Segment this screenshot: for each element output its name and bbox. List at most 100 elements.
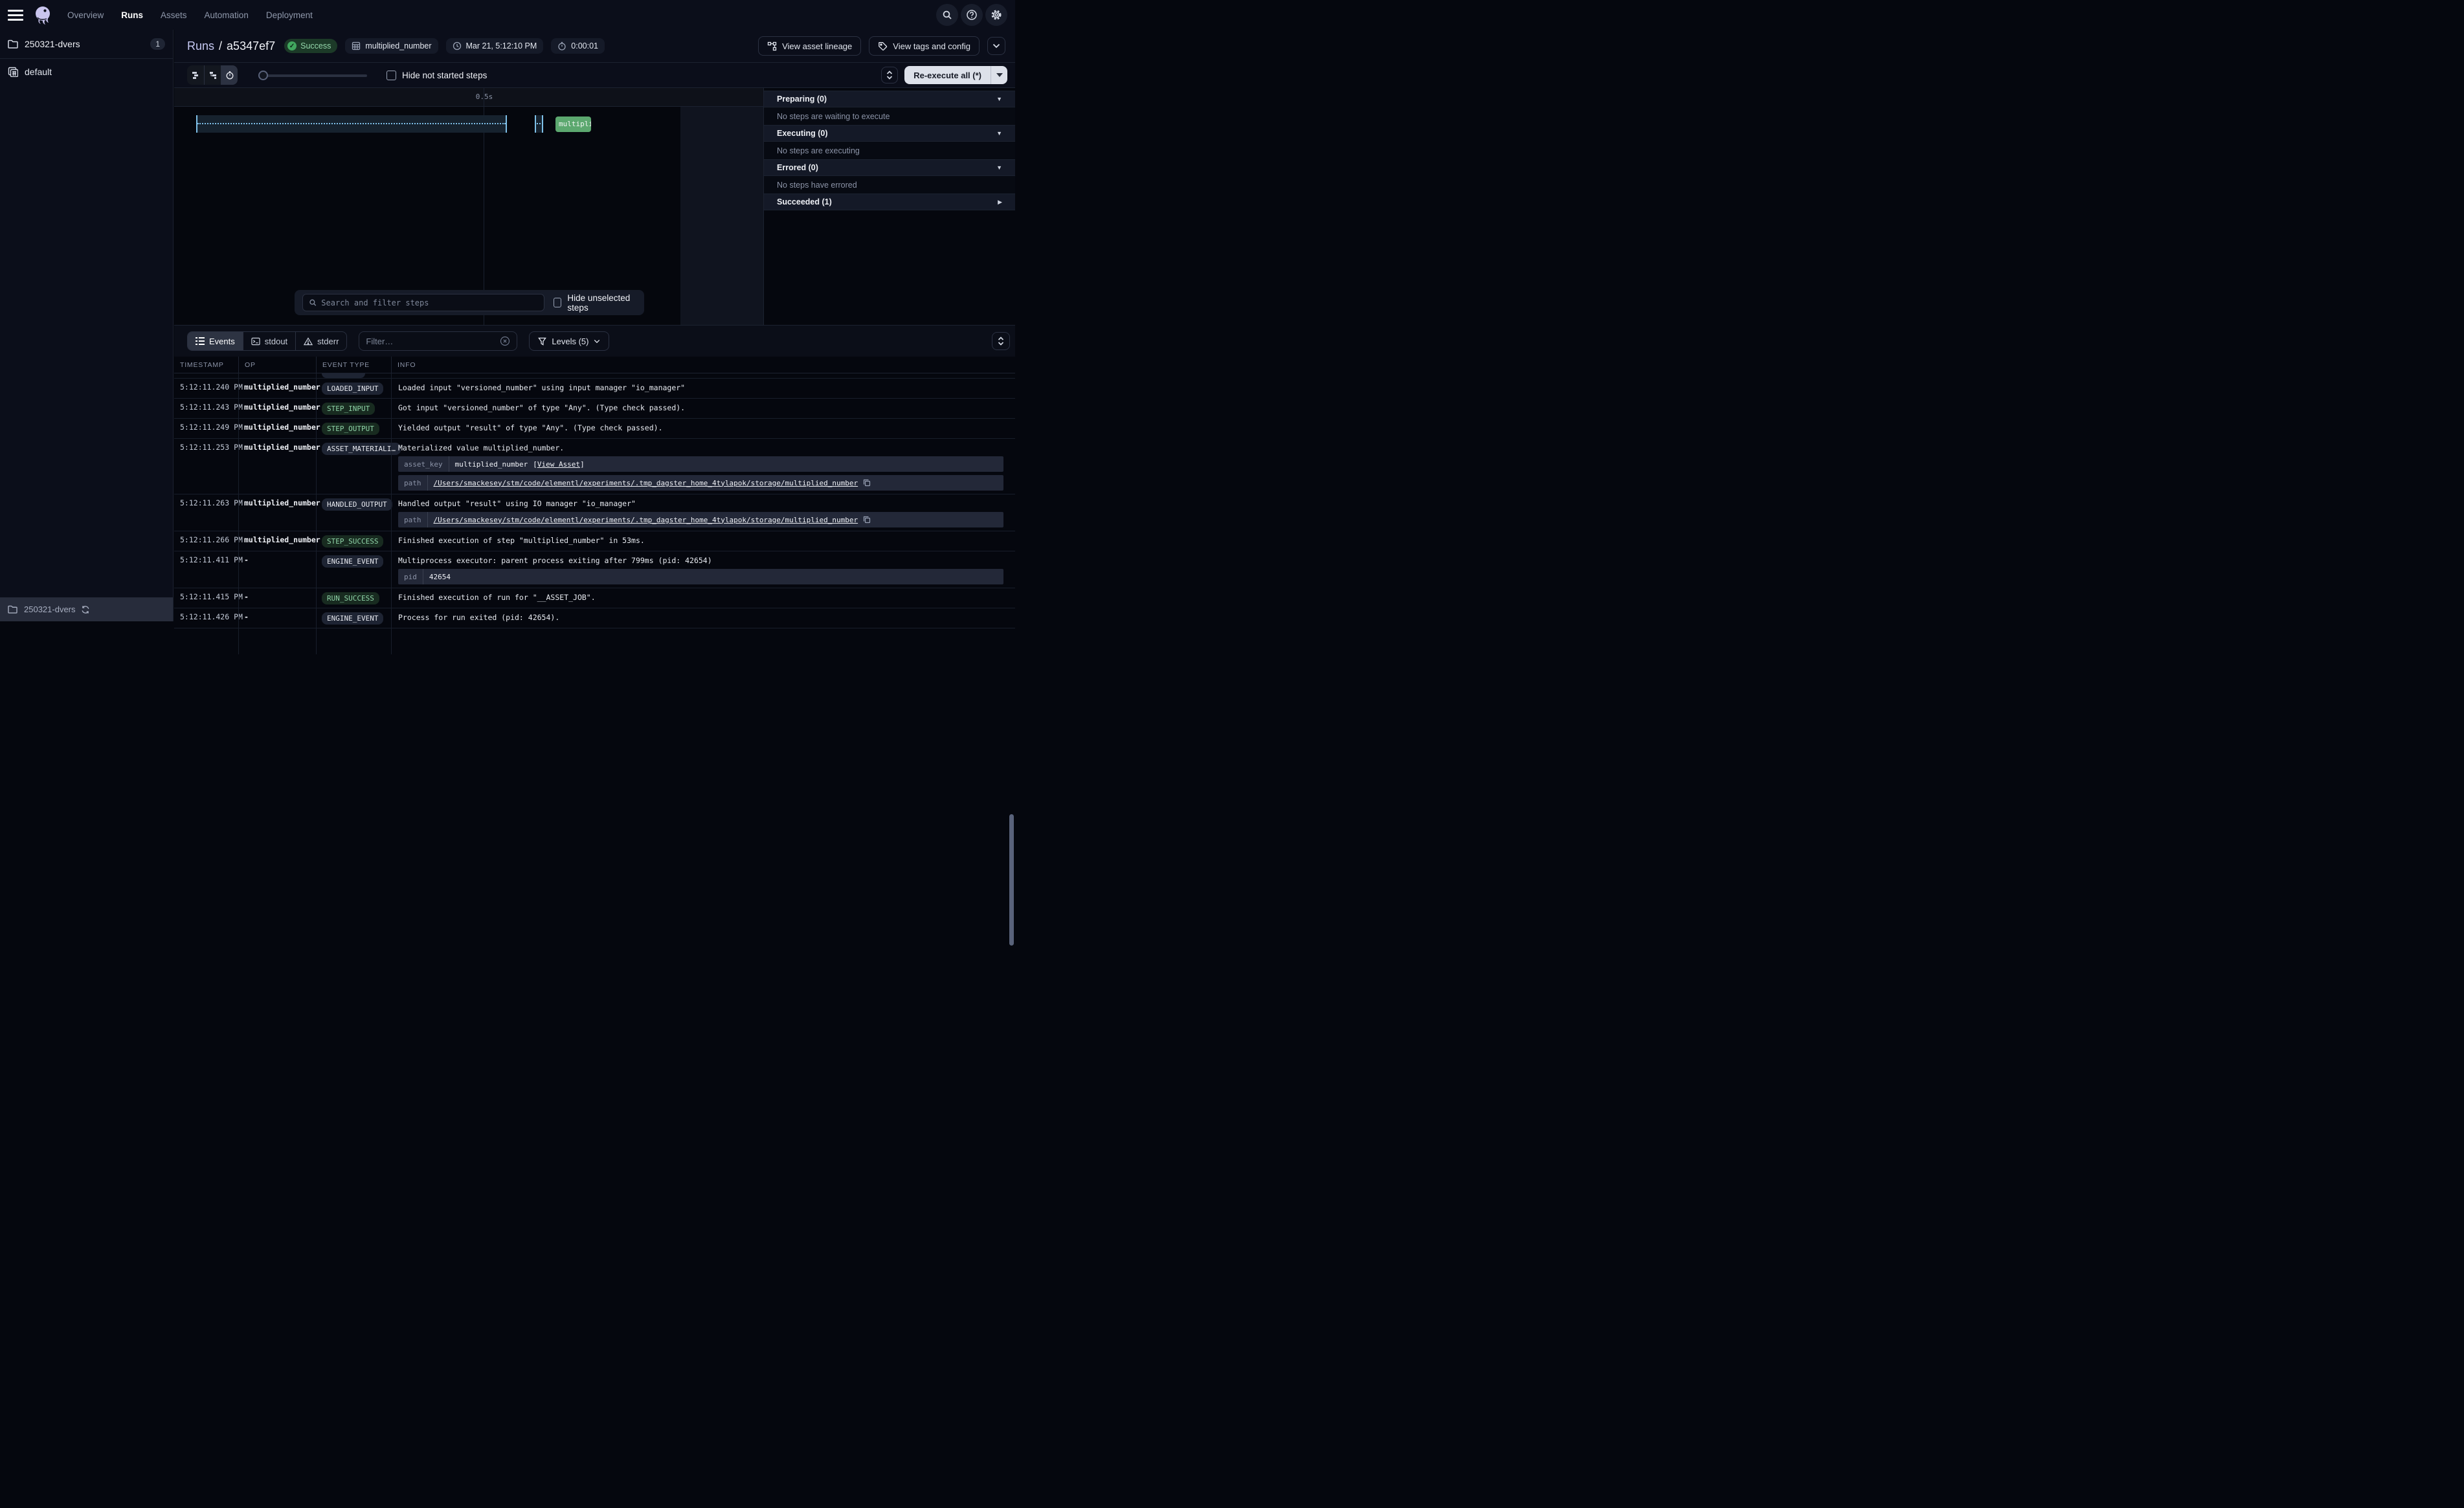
help-icon[interactable] xyxy=(961,4,983,26)
event-op: multiplied_number xyxy=(238,531,316,551)
lineage-icon xyxy=(767,41,777,51)
expand-panel-button[interactable] xyxy=(881,67,898,83)
list-icon xyxy=(196,337,205,345)
event-row[interactable]: 5:12:11.253 PMmultiplied_numberASSET_MAT… xyxy=(174,439,1015,494)
zoom-slider[interactable] xyxy=(258,71,367,80)
search-icon[interactable] xyxy=(936,4,958,26)
event-row[interactable]: 5:12:11.266 PMmultiplied_numberSTEP_SUCC… xyxy=(174,531,1015,551)
expand-log-panel-button[interactable] xyxy=(992,332,1010,350)
gantt-toolbar: Hide not started steps Re-execute all (*… xyxy=(174,63,1015,88)
log-filter-input[interactable] xyxy=(366,337,500,346)
chevron-down-icon xyxy=(992,43,1000,49)
refresh-icon[interactable] xyxy=(81,605,90,614)
clear-filter-icon[interactable] xyxy=(500,336,510,346)
timeline-tick: 0.5s xyxy=(473,93,495,101)
event-timestamp: 5:12:11.263 PM xyxy=(174,494,238,531)
tab-stdout[interactable]: stdout xyxy=(243,332,295,350)
sidebar-item-repo[interactable]: 250321-dvers 1 xyxy=(0,30,173,59)
reexecute-all-button[interactable]: Re-execute all (*) xyxy=(904,66,991,84)
event-type-cell: LOADED_INPUT xyxy=(316,379,391,398)
dagster-logo-icon[interactable] xyxy=(32,5,53,25)
events-toolbar: Events stdout stderr xyxy=(174,326,1015,357)
nav-item-overview[interactable]: Overview xyxy=(67,10,104,20)
hide-unselected-checkbox[interactable]: Hide unselected steps xyxy=(554,293,636,313)
event-type-badge: STEP_INPUT xyxy=(322,403,375,415)
event-row[interactable]: 5:12:11.249 PMmultiplied_numberSTEP_OUTP… xyxy=(174,419,1015,439)
event-timestamp: 5:12:11.243 PM xyxy=(174,399,238,418)
view-timed-icon[interactable] xyxy=(221,65,238,85)
gantt-search-bar: Hide unselected steps xyxy=(295,290,644,315)
section-header-executing[interactable]: Executing (0)▼ xyxy=(764,125,1015,142)
run-id: a5347ef7 xyxy=(227,39,275,53)
tab-events[interactable]: Events xyxy=(188,332,243,350)
levels-dropdown-button[interactable]: Levels (5) xyxy=(529,331,609,351)
gantt-chart[interactable]: 0.5s multipli… Hide unselected steps xyxy=(174,88,763,325)
gantt-step-box[interactable]: multipli… xyxy=(555,116,591,132)
path-link[interactable]: /Users/smackesey/stm/code/elementl/exper… xyxy=(434,479,858,487)
run-header-more-button[interactable] xyxy=(987,37,1005,55)
gantt-waiting-segment xyxy=(535,115,543,133)
sidebar-footer[interactable]: 250321-dvers xyxy=(0,597,173,621)
sidebar-item-default[interactable]: default xyxy=(0,59,173,85)
event-row[interactable]: 5:12:11.426 PM-ENGINE_EVENTProcess for r… xyxy=(174,608,1015,628)
reexecute-dropdown-button[interactable] xyxy=(991,66,1007,84)
nav-item-assets[interactable]: Assets xyxy=(161,10,187,20)
view-flat-icon[interactable] xyxy=(187,65,204,85)
event-type-cell: RUN_SUCCESS xyxy=(316,588,391,608)
copy-icon[interactable] xyxy=(863,516,871,524)
section-header-errored[interactable]: Errored (0)▼ xyxy=(764,159,1015,176)
event-type-cell: ENGINE_EVENT xyxy=(316,551,391,588)
col-event-type: EVENT TYPE xyxy=(316,357,391,373)
view-waterfall-icon[interactable] xyxy=(204,65,221,85)
tab-stderr[interactable]: stderr xyxy=(295,332,346,350)
repo-count-badge: 1 xyxy=(150,38,165,50)
zoom-slider-knob[interactable] xyxy=(258,71,268,80)
terminal-icon xyxy=(251,337,260,346)
hamburger-menu-icon[interactable] xyxy=(8,7,23,23)
dagster-run-page: Overview Runs Assets Automation Deployment xyxy=(0,0,1015,621)
event-info-text: Finished execution of step "multiplied_n… xyxy=(398,535,1003,546)
section-header-preparing[interactable]: Preparing (0)▼ xyxy=(764,91,1015,107)
event-info: Finished execution of run for "__ASSET_J… xyxy=(391,588,1015,608)
event-info-text: Materialized value multiplied_number. xyxy=(398,443,1003,453)
event-type-badge: ASSET_MATERIALI… xyxy=(322,443,401,455)
duration-pill: 0:00:01 xyxy=(551,38,605,54)
view-asset-lineage-button[interactable]: View asset lineage xyxy=(758,36,861,56)
topnav-actions xyxy=(936,4,1007,26)
nav-item-deployment[interactable]: Deployment xyxy=(266,10,313,20)
hide-not-started-checkbox[interactable]: Hide not started steps xyxy=(386,71,487,80)
event-row[interactable]: 5:12:11.243 PMmultiplied_numberSTEP_INPU… xyxy=(174,399,1015,419)
view-tags-config-button[interactable]: View tags and config xyxy=(869,36,980,56)
breadcrumb-runs-link[interactable]: Runs xyxy=(187,39,214,53)
nav-item-runs[interactable]: Runs xyxy=(121,10,143,20)
event-info-text: Yielded output "result" of type "Any". (… xyxy=(398,423,1003,433)
view-asset-link[interactable]: View Asset xyxy=(537,460,580,469)
event-row[interactable]: 5:12:11.411 PM-ENGINE_EVENTMultiprocess … xyxy=(174,551,1015,588)
event-op: multiplied_number xyxy=(238,379,316,398)
path-link[interactable]: /Users/smackesey/stm/code/elementl/exper… xyxy=(434,516,858,524)
col-timestamp: TIMESTAMP xyxy=(174,357,238,373)
event-type-badge: ENGINE_EVENT xyxy=(322,612,383,625)
chevron-down-icon: ▼ xyxy=(996,96,1002,102)
asset-tag-pill[interactable]: multiplied_number xyxy=(345,38,438,54)
step-status-panel: Preparing (0)▼No steps are waiting to ex… xyxy=(763,88,1015,325)
nav-item-automation[interactable]: Automation xyxy=(205,10,249,20)
event-row[interactable]: 5:12:11.240 PMmultiplied_numberLOADED_IN… xyxy=(174,379,1015,399)
copy-icon[interactable] xyxy=(863,479,871,487)
gear-icon[interactable] xyxy=(985,4,1007,26)
top-nav: Overview Runs Assets Automation Deployment xyxy=(0,0,1015,30)
event-op: multiplied_number xyxy=(238,494,316,531)
event-info: Loaded input "versioned_number" using in… xyxy=(391,379,1015,398)
section-header-succeeded[interactable]: Succeeded (1)▶ xyxy=(764,194,1015,210)
event-type-cell: STEP_INPUT xyxy=(316,399,391,418)
warning-icon xyxy=(304,337,313,346)
step-search-input[interactable] xyxy=(321,298,538,307)
gantt-view-mode-toggle xyxy=(187,65,238,85)
asset-group-icon xyxy=(8,67,18,77)
event-type-badge: RUN_SUCCESS xyxy=(322,592,379,604)
event-info: Multiprocess executor: parent process ex… xyxy=(391,551,1015,588)
event-row[interactable]: 5:12:11.415 PM-RUN_SUCCESSFinished execu… xyxy=(174,588,1015,608)
events-panel: Events stdout stderr xyxy=(174,326,1015,621)
event-row[interactable]: 5:12:11.263 PMmultiplied_numberHANDLED_O… xyxy=(174,494,1015,531)
vertical-scrollbar[interactable] xyxy=(1009,814,1014,946)
